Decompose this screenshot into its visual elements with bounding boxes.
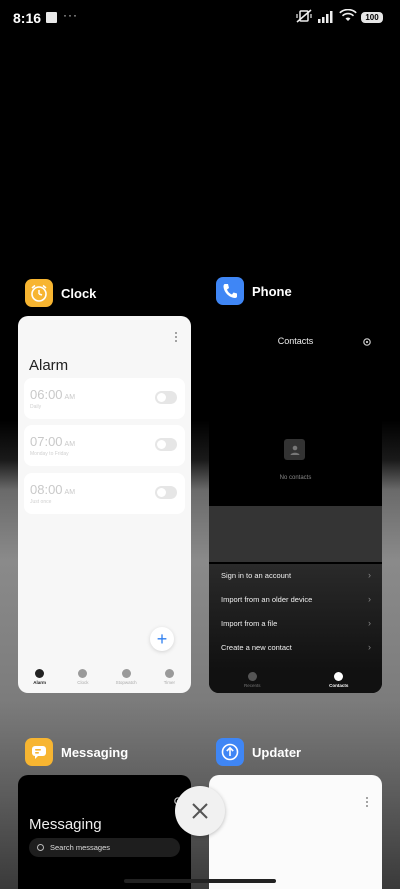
phone-bottom-nav: Recents Contacts [209, 669, 382, 693]
messaging-app-name: Messaging [61, 744, 129, 760]
nav-label: Clock [77, 680, 89, 685]
phone-app-card[interactable]: Contacts No contacts Sign in to an accou… [209, 316, 382, 693]
clock-nav-alarm[interactable]: Alarm [18, 666, 61, 693]
menu-item-label: Create a new contact [221, 642, 292, 652]
alarm-item[interactable]: 08:00 AM Just once [24, 473, 185, 514]
home-indicator[interactable] [124, 879, 276, 883]
alarm-ampm: AM [64, 441, 76, 448]
nav-label: Timer [163, 680, 176, 685]
clock-app-card[interactable]: Alarm 06:00 AM Daily 07:00 AM Monday to Fr… [18, 316, 191, 693]
chevron-right-icon: › [368, 570, 371, 580]
phone-nav-contacts[interactable]: Contacts [296, 669, 383, 693]
person-icon [334, 672, 344, 681]
messaging-app-icon [25, 738, 53, 766]
clock-more-options-icon[interactable] [175, 332, 178, 344]
updater-app-header[interactable]: Updater [216, 737, 301, 767]
phone-app-header[interactable]: Phone [216, 276, 292, 306]
alarm-repeat-label: Monday to Friday [30, 451, 69, 457]
clock-bottom-nav: Alarm Clock Stopwatch Timer [18, 666, 191, 693]
contacts-title: Contacts [277, 336, 314, 346]
chevron-right-icon: › [368, 618, 371, 628]
alarm-repeat-label: Daily [30, 404, 42, 410]
add-alarm-button[interactable]: + [150, 627, 174, 651]
alarm-time-value: 07:00 [30, 434, 63, 449]
chevron-right-icon: › [368, 642, 371, 652]
more-notifications-icon: ··· [63, 8, 78, 22]
alarm-icon [35, 669, 45, 678]
notification-square-icon [46, 12, 57, 23]
menu-item-label: Import from an older device [221, 594, 313, 604]
battery-indicator: 100 [361, 12, 383, 23]
clock-app-name: Clock [61, 285, 97, 301]
hourglass-icon [164, 669, 174, 678]
cellular-signal-icon [318, 10, 334, 28]
alarm-toggle[interactable] [155, 486, 177, 499]
contacts-panel: Contacts No contacts [209, 316, 382, 506]
clock-app-icon [25, 279, 53, 307]
menu-item-label: Sign in to an account [221, 570, 292, 580]
alarm-toggle[interactable] [155, 438, 177, 451]
phone-icon [247, 672, 257, 681]
nav-label: Contacts [329, 683, 349, 688]
nav-label: Stopwatch [115, 680, 137, 685]
close-icon [192, 803, 208, 819]
stopwatch-icon [121, 669, 131, 678]
nav-label: Alarm [33, 680, 46, 685]
updater-app-name: Updater [252, 744, 302, 760]
clock-nav-clock[interactable]: Clock [61, 666, 104, 693]
alarm-time: 06:00 AM [30, 387, 75, 402]
phone-nav-recents[interactable]: Recents [209, 669, 296, 693]
phone-app-name: Phone [252, 283, 292, 299]
phone-app-icon [216, 277, 244, 305]
no-contacts-label: No contacts [279, 475, 312, 481]
alarm-ampm: AM [64, 394, 76, 401]
menu-item-sign-in[interactable]: Sign in to an account › [221, 566, 371, 584]
alarm-time-value: 06:00 [30, 387, 63, 402]
clear-all-button[interactable] [175, 786, 225, 836]
contacts-menu: Sign in to an account › Import from an ol… [209, 564, 382, 669]
alarm-time: 08:00 AM [30, 482, 75, 497]
dimmed-overlay [209, 506, 382, 562]
updater-more-options-icon[interactable] [366, 797, 369, 809]
clock-page-title: Alarm [29, 357, 69, 374]
menu-item-import-file[interactable]: Import from a file › [221, 614, 371, 632]
clock-app-header[interactable]: Clock [25, 278, 96, 308]
settings-gear-icon[interactable] [362, 334, 372, 352]
status-bar: 8:16 ··· 100 [0, 0, 400, 36]
clock-nav-timer[interactable]: Timer [148, 666, 191, 693]
alarm-repeat-label: Just once [30, 499, 52, 505]
search-icon [37, 844, 44, 851]
chevron-right-icon: › [368, 594, 371, 604]
menu-item-label: Import from a file [221, 618, 278, 628]
vibrate-off-icon [296, 9, 312, 28]
updater-app-icon [216, 738, 244, 766]
empty-contacts-icon [284, 439, 305, 460]
alarm-time: 07:00 AM [30, 434, 75, 449]
search-messages-input[interactable]: Search messages [29, 838, 180, 857]
messaging-app-card[interactable]: Messaging Search messages [18, 775, 191, 889]
updater-app-card[interactable] [209, 775, 382, 889]
alarm-toggle[interactable] [155, 391, 177, 404]
status-time: 8:16 [13, 10, 42, 26]
alarm-item[interactable]: 06:00 AM Daily [24, 378, 185, 419]
alarm-time-value: 08:00 [30, 482, 63, 497]
messaging-app-header[interactable]: Messaging [25, 737, 128, 767]
search-placeholder: Search messages [50, 843, 111, 852]
menu-item-import-device[interactable]: Import from an older device › [221, 590, 371, 608]
alarm-ampm: AM [64, 489, 76, 496]
messaging-page-title: Messaging [29, 816, 102, 833]
menu-item-create-contact[interactable]: Create a new contact › [221, 638, 371, 656]
alarm-item[interactable]: 07:00 AM Monday to Friday [24, 425, 185, 466]
clock-nav-stopwatch[interactable]: Stopwatch [105, 666, 148, 693]
clock-icon [78, 669, 88, 678]
nav-label: Recents [243, 683, 261, 688]
wifi-icon [339, 8, 357, 27]
